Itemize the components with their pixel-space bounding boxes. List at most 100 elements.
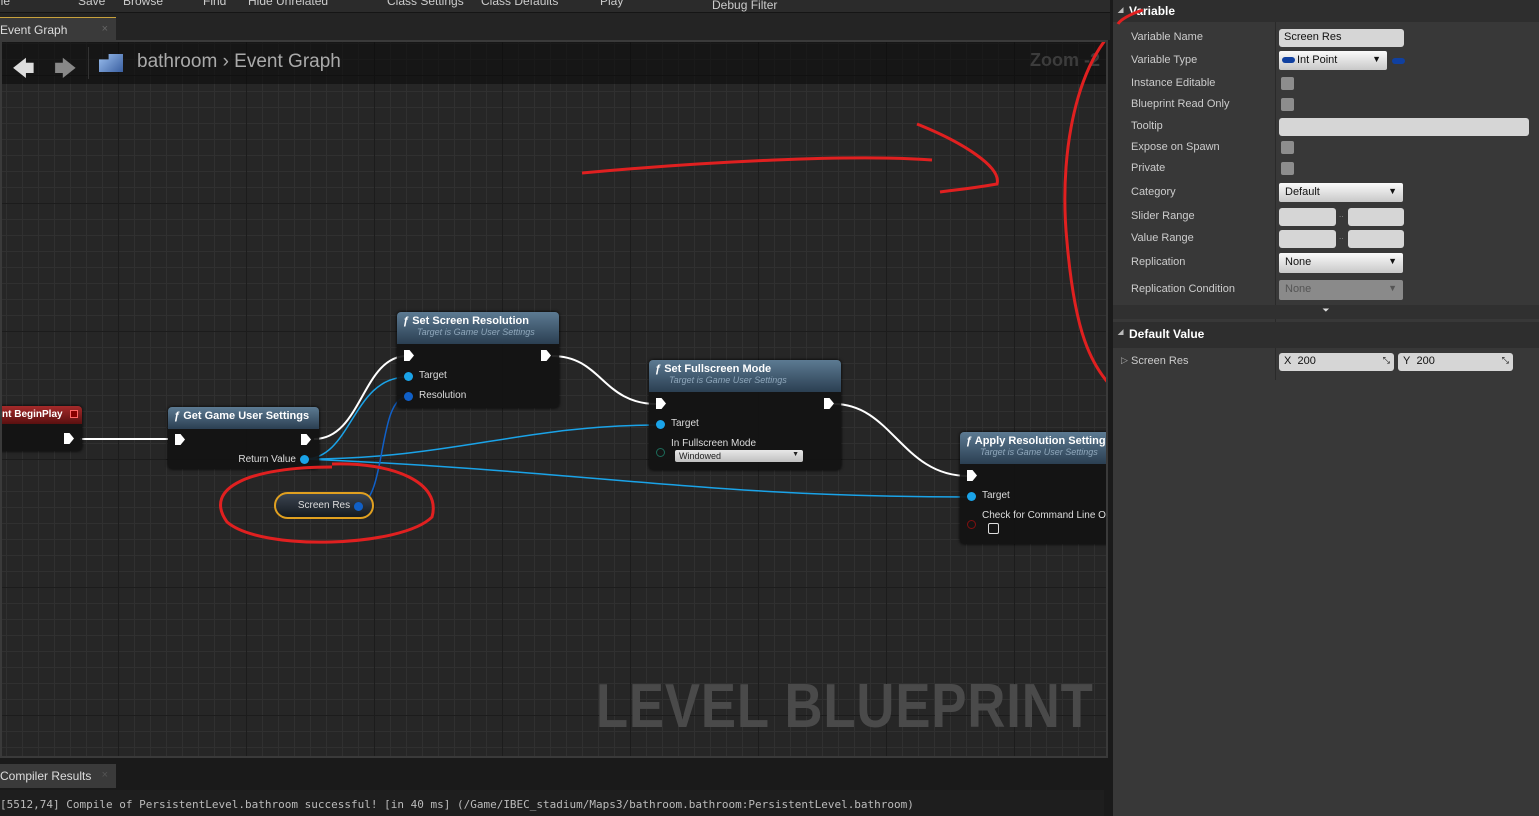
drag-handle-icon[interactable]: ⤡ xyxy=(1383,355,1390,366)
hide-unrelated-button[interactable]: Hide Unrelated xyxy=(248,0,328,8)
class-settings-button[interactable]: Class Settings xyxy=(387,0,464,8)
event-beginplay-node[interactable]: nt BeginPlay xyxy=(2,406,82,451)
exec-out-pin[interactable] xyxy=(64,433,74,444)
replication-dropdown[interactable]: None ▼ xyxy=(1279,253,1403,273)
close-icon[interactable]: × xyxy=(102,769,108,781)
check-checkbox[interactable] xyxy=(988,523,999,534)
x-input[interactable]: X 200 ⤡ xyxy=(1279,353,1394,371)
node-title: Screen Res xyxy=(297,500,351,511)
variable-section-header[interactable]: Variable xyxy=(1113,0,1539,22)
label: Slider Range xyxy=(1131,210,1195,222)
label: Value Range xyxy=(1131,232,1194,244)
slider-min-input[interactable] xyxy=(1279,208,1336,226)
data-wire xyxy=(304,376,408,460)
data-wire xyxy=(304,458,971,498)
data-wire xyxy=(356,396,408,506)
node-header: ƒ Get Game User Settings xyxy=(168,407,319,429)
exec-in-pin[interactable] xyxy=(656,398,666,409)
chevron-down-icon: ▼ xyxy=(792,451,799,458)
find-button[interactable]: Find xyxy=(203,0,226,8)
fullscreen-mode-select[interactable]: Windowed ▼ xyxy=(675,450,803,462)
drag-handle-icon[interactable]: ⤡ xyxy=(1502,355,1509,366)
advanced-expand-icon[interactable]: ⏷ xyxy=(1113,305,1539,319)
label: Tooltip xyxy=(1131,120,1163,132)
browse-button[interactable]: Browse xyxy=(123,0,163,8)
label: Expose on Spawn xyxy=(1131,141,1220,153)
node-subtitle: Target is Game User Settings xyxy=(417,327,535,337)
target-pin[interactable] xyxy=(967,492,976,501)
debug-filter[interactable]: Debug Filter xyxy=(712,0,777,12)
chevron-down-icon: ▼ xyxy=(1388,186,1397,196)
exec-out-pin[interactable] xyxy=(541,350,551,361)
value: Default xyxy=(1285,186,1320,198)
slider-max-input[interactable] xyxy=(1348,208,1404,226)
fullscreen-mode-pin[interactable] xyxy=(656,448,665,457)
value: Int Point xyxy=(1297,54,1338,66)
toolbar: ile Save Browse Find Hide Unrelated Clas… xyxy=(0,0,1110,13)
y-value: 200 xyxy=(1416,355,1435,367)
breadcrumb-root[interactable]: bathroom xyxy=(137,51,217,72)
class-defaults-button[interactable]: Class Defaults xyxy=(481,0,558,8)
node-subtitle: Target is Game User Settings xyxy=(980,447,1098,457)
target-label: Target xyxy=(671,418,699,429)
label: Blueprint Read Only xyxy=(1131,98,1230,110)
expose-on-spawn-checkbox[interactable] xyxy=(1281,141,1294,154)
exec-in-pin[interactable] xyxy=(404,350,414,361)
chevron-down-icon: ▼ xyxy=(1388,256,1397,266)
play-button[interactable]: Play xyxy=(600,0,623,8)
check-pin[interactable] xyxy=(967,520,976,529)
return-value-label: Return Value xyxy=(238,454,296,465)
save-button[interactable]: Save xyxy=(78,0,105,8)
node-title: Set Fullscreen Mode xyxy=(664,363,772,375)
blueprint-read-only-checkbox[interactable] xyxy=(1281,98,1294,111)
label: Replication xyxy=(1131,256,1186,268)
y-input[interactable]: Y 200 ⤡ xyxy=(1398,353,1513,371)
variable-type-dropdown[interactable]: Int Point ▼ xyxy=(1279,51,1387,70)
node-subtitle: Target is Game User Settings xyxy=(669,375,787,385)
container-type-icon[interactable] xyxy=(1392,58,1405,64)
graph-canvas[interactable]: 🡄 🡆 bathroom › Event Graph Zoom -2 LEVEL… xyxy=(0,40,1108,758)
return-value-pin[interactable] xyxy=(300,455,309,464)
node-header: ƒ Apply Resolution Settings Target is Gam… xyxy=(960,432,1106,464)
blueprint-icon xyxy=(99,54,123,72)
output-pin[interactable] xyxy=(354,502,363,511)
tab-label: Event Graph xyxy=(0,23,68,37)
target-pin[interactable] xyxy=(404,372,413,381)
select-value: Windowed xyxy=(679,451,722,461)
label: Private xyxy=(1131,162,1166,174)
tab-label: Compiler Results xyxy=(0,769,92,783)
exec-out-pin[interactable] xyxy=(824,398,834,409)
breadcrumb-separator: › xyxy=(222,51,229,72)
instance-editable-checkbox[interactable] xyxy=(1281,77,1294,90)
chevron-down-icon: ▼ xyxy=(1388,283,1397,293)
set-fullscreen-mode-node[interactable]: ƒ Set Fullscreen Mode Target is Game User… xyxy=(649,360,841,470)
tab-event-graph[interactable]: Event Graph × xyxy=(0,17,116,40)
close-icon[interactable]: × xyxy=(102,23,108,35)
set-screen-resolution-node[interactable]: ƒ Set Screen Resolution Target is Game Us… xyxy=(397,312,559,408)
screen-res-variable-node[interactable]: Screen Res xyxy=(274,492,374,519)
int-point-type-icon xyxy=(1282,57,1295,63)
expand-arrow-icon[interactable]: ▷ xyxy=(1121,355,1128,366)
exec-out-pin[interactable] xyxy=(301,434,311,445)
apply-resolution-settings-node[interactable]: ƒ Apply Resolution Settings Target is Gam… xyxy=(960,432,1106,544)
compile-button[interactable]: ile xyxy=(0,0,10,8)
variable-name-input[interactable]: Screen Res xyxy=(1279,29,1404,47)
tooltip-input[interactable] xyxy=(1279,118,1529,136)
value-max-input[interactable] xyxy=(1348,230,1404,248)
back-arrow-icon[interactable]: 🡄 xyxy=(12,52,35,90)
exec-in-pin[interactable] xyxy=(175,434,185,445)
replication-condition-dropdown: None ▼ xyxy=(1279,280,1403,300)
category-dropdown[interactable]: Default ▼ xyxy=(1279,183,1403,202)
get-game-user-settings-node[interactable]: ƒ Get Game User Settings Return Value xyxy=(168,407,319,469)
label: Variable Name xyxy=(1131,31,1203,43)
private-checkbox[interactable] xyxy=(1281,162,1294,175)
value-min-input[interactable] xyxy=(1279,230,1336,248)
default-value-section-header[interactable]: Default Value xyxy=(1113,322,1539,348)
details-panel: Variable Variable Name Screen Res Variabl… xyxy=(1113,0,1539,816)
resolution-pin[interactable] xyxy=(404,392,413,401)
tab-compiler-results[interactable]: Compiler Results × xyxy=(0,764,116,788)
exec-in-pin[interactable] xyxy=(967,470,977,481)
forward-arrow-icon[interactable]: 🡆 xyxy=(54,52,77,90)
target-pin[interactable] xyxy=(656,420,665,429)
range-separator: .. xyxy=(1339,210,1344,219)
